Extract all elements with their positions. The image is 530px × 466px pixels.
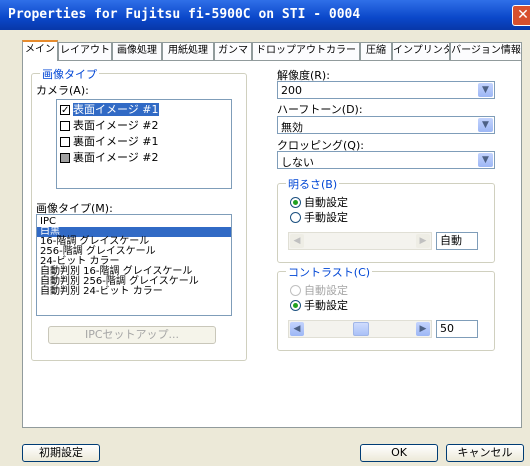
image-type-list-item[interactable]: 自動判別 24-ビット カラー <box>37 287 231 297</box>
radio-off-icon <box>290 285 301 296</box>
checkbox-icon[interactable] <box>60 103 70 119</box>
cropping-select[interactable]: しない ▼ <box>277 151 495 169</box>
radio-off-icon <box>290 212 301 223</box>
main-tab-panel: 画像タイプ カメラ(A): 表面イメージ #1 表面イメージ #2 裏面イメージ #… <box>22 60 522 428</box>
left-arrow-icon: ◀ <box>290 234 304 248</box>
tab-main[interactable]: メイン <box>22 40 58 61</box>
contrast-auto-radio[interactable]: 自動設定 <box>290 282 348 298</box>
contrast-group: コントラスト(C) 自動設定 手動設定 ◀ ▶ 50 <box>277 264 495 351</box>
camera-item-label: 表面イメージ #2 <box>73 119 159 132</box>
window-title: Properties for Fujitsu fi-5900C on STI -… <box>8 7 361 22</box>
chevron-down-icon[interactable]: ▼ <box>478 153 493 167</box>
halftone-select[interactable]: 無効 ▼ <box>277 116 495 134</box>
brightness-auto-label: 自動設定 <box>304 196 348 209</box>
resolution-value: 200 <box>281 84 302 97</box>
chevron-down-icon[interactable]: ▼ <box>478 83 493 97</box>
close-button[interactable]: ✕ <box>512 5 530 26</box>
image-type-list[interactable]: IPC 白黒 16-階調 グレイスケール 256-階調 グレイスケール 24-ビット カ… <box>36 214 232 316</box>
contrast-manual-label: 手動設定 <box>304 299 348 312</box>
image-type-group: 画像タイプ カメラ(A): 表面イメージ #1 表面イメージ #2 裏面イメージ #… <box>31 66 247 361</box>
brightness-title: 明るさ(B) <box>286 176 340 192</box>
camera-list[interactable]: 表面イメージ #1 表面イメージ #2 裏面イメージ #1 裏面イメージ #2 <box>56 99 232 189</box>
radio-on-icon <box>290 300 301 311</box>
image-type-group-title: 画像タイプ <box>40 66 99 82</box>
tab-version-info[interactable]: バージョン情報 <box>450 42 522 60</box>
camera-item-label: 裏面イメージ #1 <box>73 135 159 148</box>
tab-dropout-color[interactable]: ドロップアウトカラー <box>252 42 360 60</box>
tab-gamma[interactable]: ガンマ <box>214 42 252 60</box>
contrast-slider[interactable]: ◀ ▶ <box>288 320 432 338</box>
camera-label: カメラ(A): <box>36 84 89 97</box>
radio-on-icon <box>290 197 301 208</box>
image-type-list-item[interactable]: IPC <box>37 217 231 227</box>
brightness-auto-radio[interactable]: 自動設定 <box>290 194 348 210</box>
cancel-button[interactable]: キャンセル <box>446 444 524 462</box>
camera-list-item[interactable]: 裏面イメージ #2 <box>57 150 231 166</box>
tab-compression[interactable]: 圧縮 <box>360 42 392 60</box>
ok-button[interactable]: OK <box>360 444 438 462</box>
brightness-group: 明るさ(B) 自動設定 手動設定 ◀ ▶ 自動 <box>277 176 495 263</box>
title-bar[interactable]: Properties for Fujitsu fi-5900C on STI -… <box>0 0 530 30</box>
camera-list-item[interactable]: 裏面イメージ #1 <box>57 134 231 150</box>
checkbox-icon[interactable] <box>60 121 70 131</box>
chevron-down-icon[interactable]: ▼ <box>478 118 493 132</box>
brightness-manual-radio[interactable]: 手動設定 <box>290 209 348 225</box>
default-button[interactable]: 初期設定 <box>22 444 100 462</box>
camera-item-label: 表面イメージ #1 <box>73 103 159 116</box>
camera-item-label: 裏面イメージ #2 <box>73 151 159 164</box>
contrast-value[interactable]: 50 <box>436 320 478 338</box>
ipc-setup-button[interactable]: IPCセットアップ... <box>48 326 216 344</box>
properties-dialog: Properties for Fujitsu fi-5900C on STI -… <box>0 0 530 466</box>
contrast-manual-radio[interactable]: 手動設定 <box>290 297 348 313</box>
right-arrow-icon: ▶ <box>416 234 430 248</box>
checkbox-icon[interactable] <box>60 137 70 147</box>
camera-list-item[interactable]: 表面イメージ #1 <box>57 102 231 119</box>
tab-layout[interactable]: レイアウト <box>58 42 112 60</box>
tab-imprinter[interactable]: インプリンタ <box>392 42 450 60</box>
left-arrow-icon[interactable]: ◀ <box>290 322 304 336</box>
resolution-select[interactable]: 200 ▼ <box>277 81 495 99</box>
halftone-value: 無効 <box>281 121 303 134</box>
cropping-value: しない <box>281 156 314 169</box>
contrast-auto-label: 自動設定 <box>304 284 348 297</box>
checkbox-icon[interactable] <box>60 153 70 163</box>
contrast-slider-thumb[interactable] <box>353 322 369 336</box>
tab-image-processing[interactable]: 画像処理 <box>112 42 162 60</box>
brightness-manual-label: 手動設定 <box>304 211 348 224</box>
halftone-label: ハーフトーン(D): <box>277 103 363 116</box>
camera-list-item[interactable]: 表面イメージ #2 <box>57 118 231 134</box>
right-arrow-icon[interactable]: ▶ <box>416 322 430 336</box>
contrast-title: コントラスト(C) <box>286 264 373 280</box>
brightness-slider[interactable]: ◀ ▶ <box>288 232 432 250</box>
brightness-value[interactable]: 自動 <box>436 232 478 250</box>
tab-paper-handling[interactable]: 用紙処理 <box>162 42 214 60</box>
